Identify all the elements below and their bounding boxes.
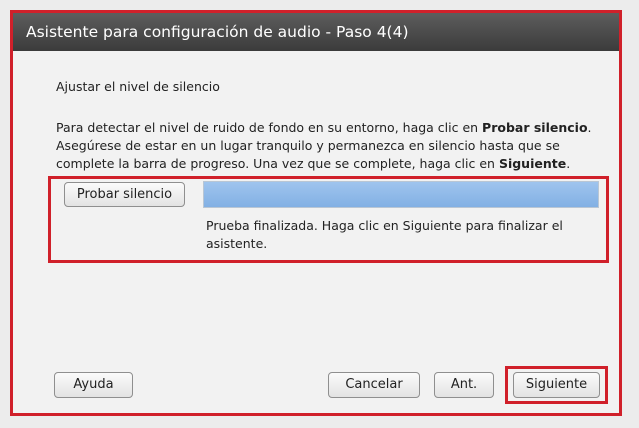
instructions-part-3: . [566,156,571,171]
silence-progress-bar [203,181,599,208]
dialog-content: Ajustar el nivel de silencio Para detect… [13,51,619,413]
silence-progress-fill [204,182,598,207]
test-silence-button[interactable]: Probar silencio [64,182,185,207]
help-button[interactable]: Ayuda [54,372,133,398]
audio-setup-wizard-dialog: Asistente para configuración de audio - … [10,10,622,416]
next-button[interactable]: Siguiente [513,372,600,398]
instructions-part-1: Para detectar el nivel de ruido de fondo… [56,120,483,135]
back-button[interactable]: Ant. [434,372,494,398]
section-title: Ajustar el nivel de silencio [56,79,220,94]
silence-test-panel: Probar silencio Prueba finalizada. Haga … [48,176,609,263]
instructions-bold-next: Siguiente [498,156,567,171]
dialog-title: Asistente para configuración de audio - … [13,13,619,51]
cancel-button[interactable]: Cancelar [328,372,420,398]
instructions-bold-test-silence: Probar silencio [482,120,588,135]
instructions-text: Para detectar el nivel de ruido de fondo… [56,119,616,173]
status-message: Prueba finalizada. Haga clic en Siguient… [206,218,563,251]
next-button-highlight: Siguiente [505,366,608,404]
